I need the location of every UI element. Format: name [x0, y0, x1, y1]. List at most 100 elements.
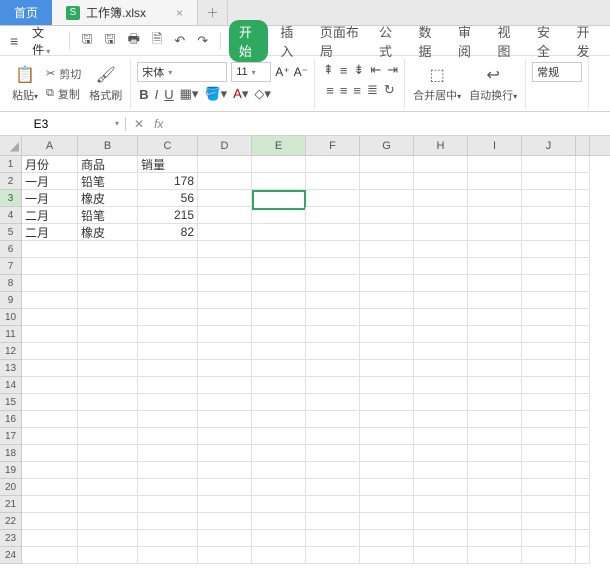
cell[interactable] — [468, 156, 522, 173]
copy-button[interactable]: ⧉复制 — [44, 85, 83, 103]
cell[interactable] — [306, 445, 360, 462]
cell[interactable] — [252, 530, 306, 547]
cell[interactable] — [468, 241, 522, 258]
cell[interactable] — [468, 530, 522, 547]
cell[interactable] — [468, 377, 522, 394]
row-header[interactable]: 3 — [0, 190, 22, 207]
cell[interactable] — [306, 156, 360, 173]
cell[interactable] — [522, 513, 576, 530]
cell[interactable] — [306, 326, 360, 343]
cell[interactable] — [306, 394, 360, 411]
cell[interactable] — [522, 190, 576, 207]
cell[interactable] — [576, 394, 590, 411]
cell[interactable] — [252, 156, 306, 173]
cell[interactable] — [198, 275, 252, 292]
cell[interactable] — [306, 343, 360, 360]
cell[interactable] — [198, 343, 252, 360]
cell[interactable] — [522, 377, 576, 394]
cell[interactable] — [138, 377, 198, 394]
cell[interactable] — [198, 479, 252, 496]
cell[interactable] — [138, 360, 198, 377]
cell[interactable] — [414, 547, 468, 564]
row-header[interactable]: 2 — [0, 173, 22, 190]
cell[interactable] — [252, 292, 306, 309]
cell[interactable] — [198, 207, 252, 224]
cell[interactable] — [198, 530, 252, 547]
cell[interactable] — [22, 258, 78, 275]
cell[interactable] — [306, 190, 360, 207]
cell[interactable] — [22, 462, 78, 479]
cell[interactable] — [252, 445, 306, 462]
cell[interactable] — [138, 275, 198, 292]
cell[interactable] — [306, 224, 360, 241]
cell[interactable] — [138, 428, 198, 445]
row-header[interactable]: 10 — [0, 309, 22, 326]
cell[interactable] — [522, 530, 576, 547]
cell[interactable] — [576, 207, 590, 224]
cell[interactable] — [414, 377, 468, 394]
cell[interactable] — [78, 411, 138, 428]
cell[interactable]: 一月 — [22, 190, 78, 207]
cell[interactable] — [22, 513, 78, 530]
cell[interactable] — [468, 275, 522, 292]
row-header[interactable]: 23 — [0, 530, 22, 547]
cell[interactable] — [576, 377, 590, 394]
cell[interactable] — [576, 309, 590, 326]
font-color-button[interactable]: A▾ — [233, 86, 248, 102]
cell[interactable]: 215 — [138, 207, 198, 224]
cell[interactable] — [414, 292, 468, 309]
cell[interactable] — [306, 207, 360, 224]
cell[interactable] — [468, 292, 522, 309]
align-right-icon[interactable]: ≡ — [353, 83, 361, 98]
format-painter-button[interactable]: 🖌格式刷 — [85, 65, 126, 103]
cell[interactable] — [198, 377, 252, 394]
cell[interactable] — [198, 547, 252, 564]
cell[interactable] — [138, 292, 198, 309]
cell[interactable] — [522, 292, 576, 309]
cell[interactable] — [522, 224, 576, 241]
border-button[interactable]: ▦▾ — [180, 86, 199, 102]
align-top-icon[interactable]: ⇞ — [323, 62, 334, 78]
cell[interactable] — [306, 496, 360, 513]
select-all-corner[interactable]: ◢ — [0, 136, 22, 155]
cell[interactable] — [138, 394, 198, 411]
bold-button[interactable]: B — [139, 87, 148, 102]
cell[interactable] — [252, 207, 306, 224]
cell[interactable] — [306, 173, 360, 190]
cell[interactable] — [252, 309, 306, 326]
cell[interactable] — [78, 462, 138, 479]
chevron-down-icon[interactable]: ▾ — [115, 119, 119, 128]
cell[interactable] — [78, 513, 138, 530]
cell[interactable] — [360, 496, 414, 513]
cell[interactable]: 商品 — [78, 156, 138, 173]
cell[interactable] — [78, 530, 138, 547]
row-header[interactable]: 7 — [0, 258, 22, 275]
cell[interactable] — [306, 530, 360, 547]
cell[interactable]: 月份 — [22, 156, 78, 173]
cell[interactable] — [468, 513, 522, 530]
decrease-font-icon[interactable]: A⁻ — [294, 65, 308, 79]
cell[interactable] — [360, 479, 414, 496]
cell[interactable] — [22, 241, 78, 258]
cell[interactable] — [22, 275, 78, 292]
cell[interactable] — [414, 496, 468, 513]
cell[interactable] — [468, 428, 522, 445]
increase-font-icon[interactable]: A⁺ — [275, 65, 289, 79]
cell[interactable] — [306, 309, 360, 326]
cell[interactable] — [78, 479, 138, 496]
cell[interactable]: 铅笔 — [78, 207, 138, 224]
cell[interactable] — [360, 190, 414, 207]
cell[interactable] — [414, 343, 468, 360]
cell[interactable] — [576, 411, 590, 428]
cell[interactable] — [576, 343, 590, 360]
cell[interactable] — [360, 411, 414, 428]
cell[interactable] — [468, 224, 522, 241]
cell[interactable] — [198, 224, 252, 241]
cell[interactable] — [360, 428, 414, 445]
col-header[interactable]: A — [22, 136, 78, 155]
cell[interactable] — [22, 343, 78, 360]
redo-icon[interactable]: ↷ — [193, 33, 212, 49]
cell[interactable]: 二月 — [22, 207, 78, 224]
row-header[interactable]: 1 — [0, 156, 22, 173]
tab-add[interactable]: ＋ — [198, 0, 228, 25]
